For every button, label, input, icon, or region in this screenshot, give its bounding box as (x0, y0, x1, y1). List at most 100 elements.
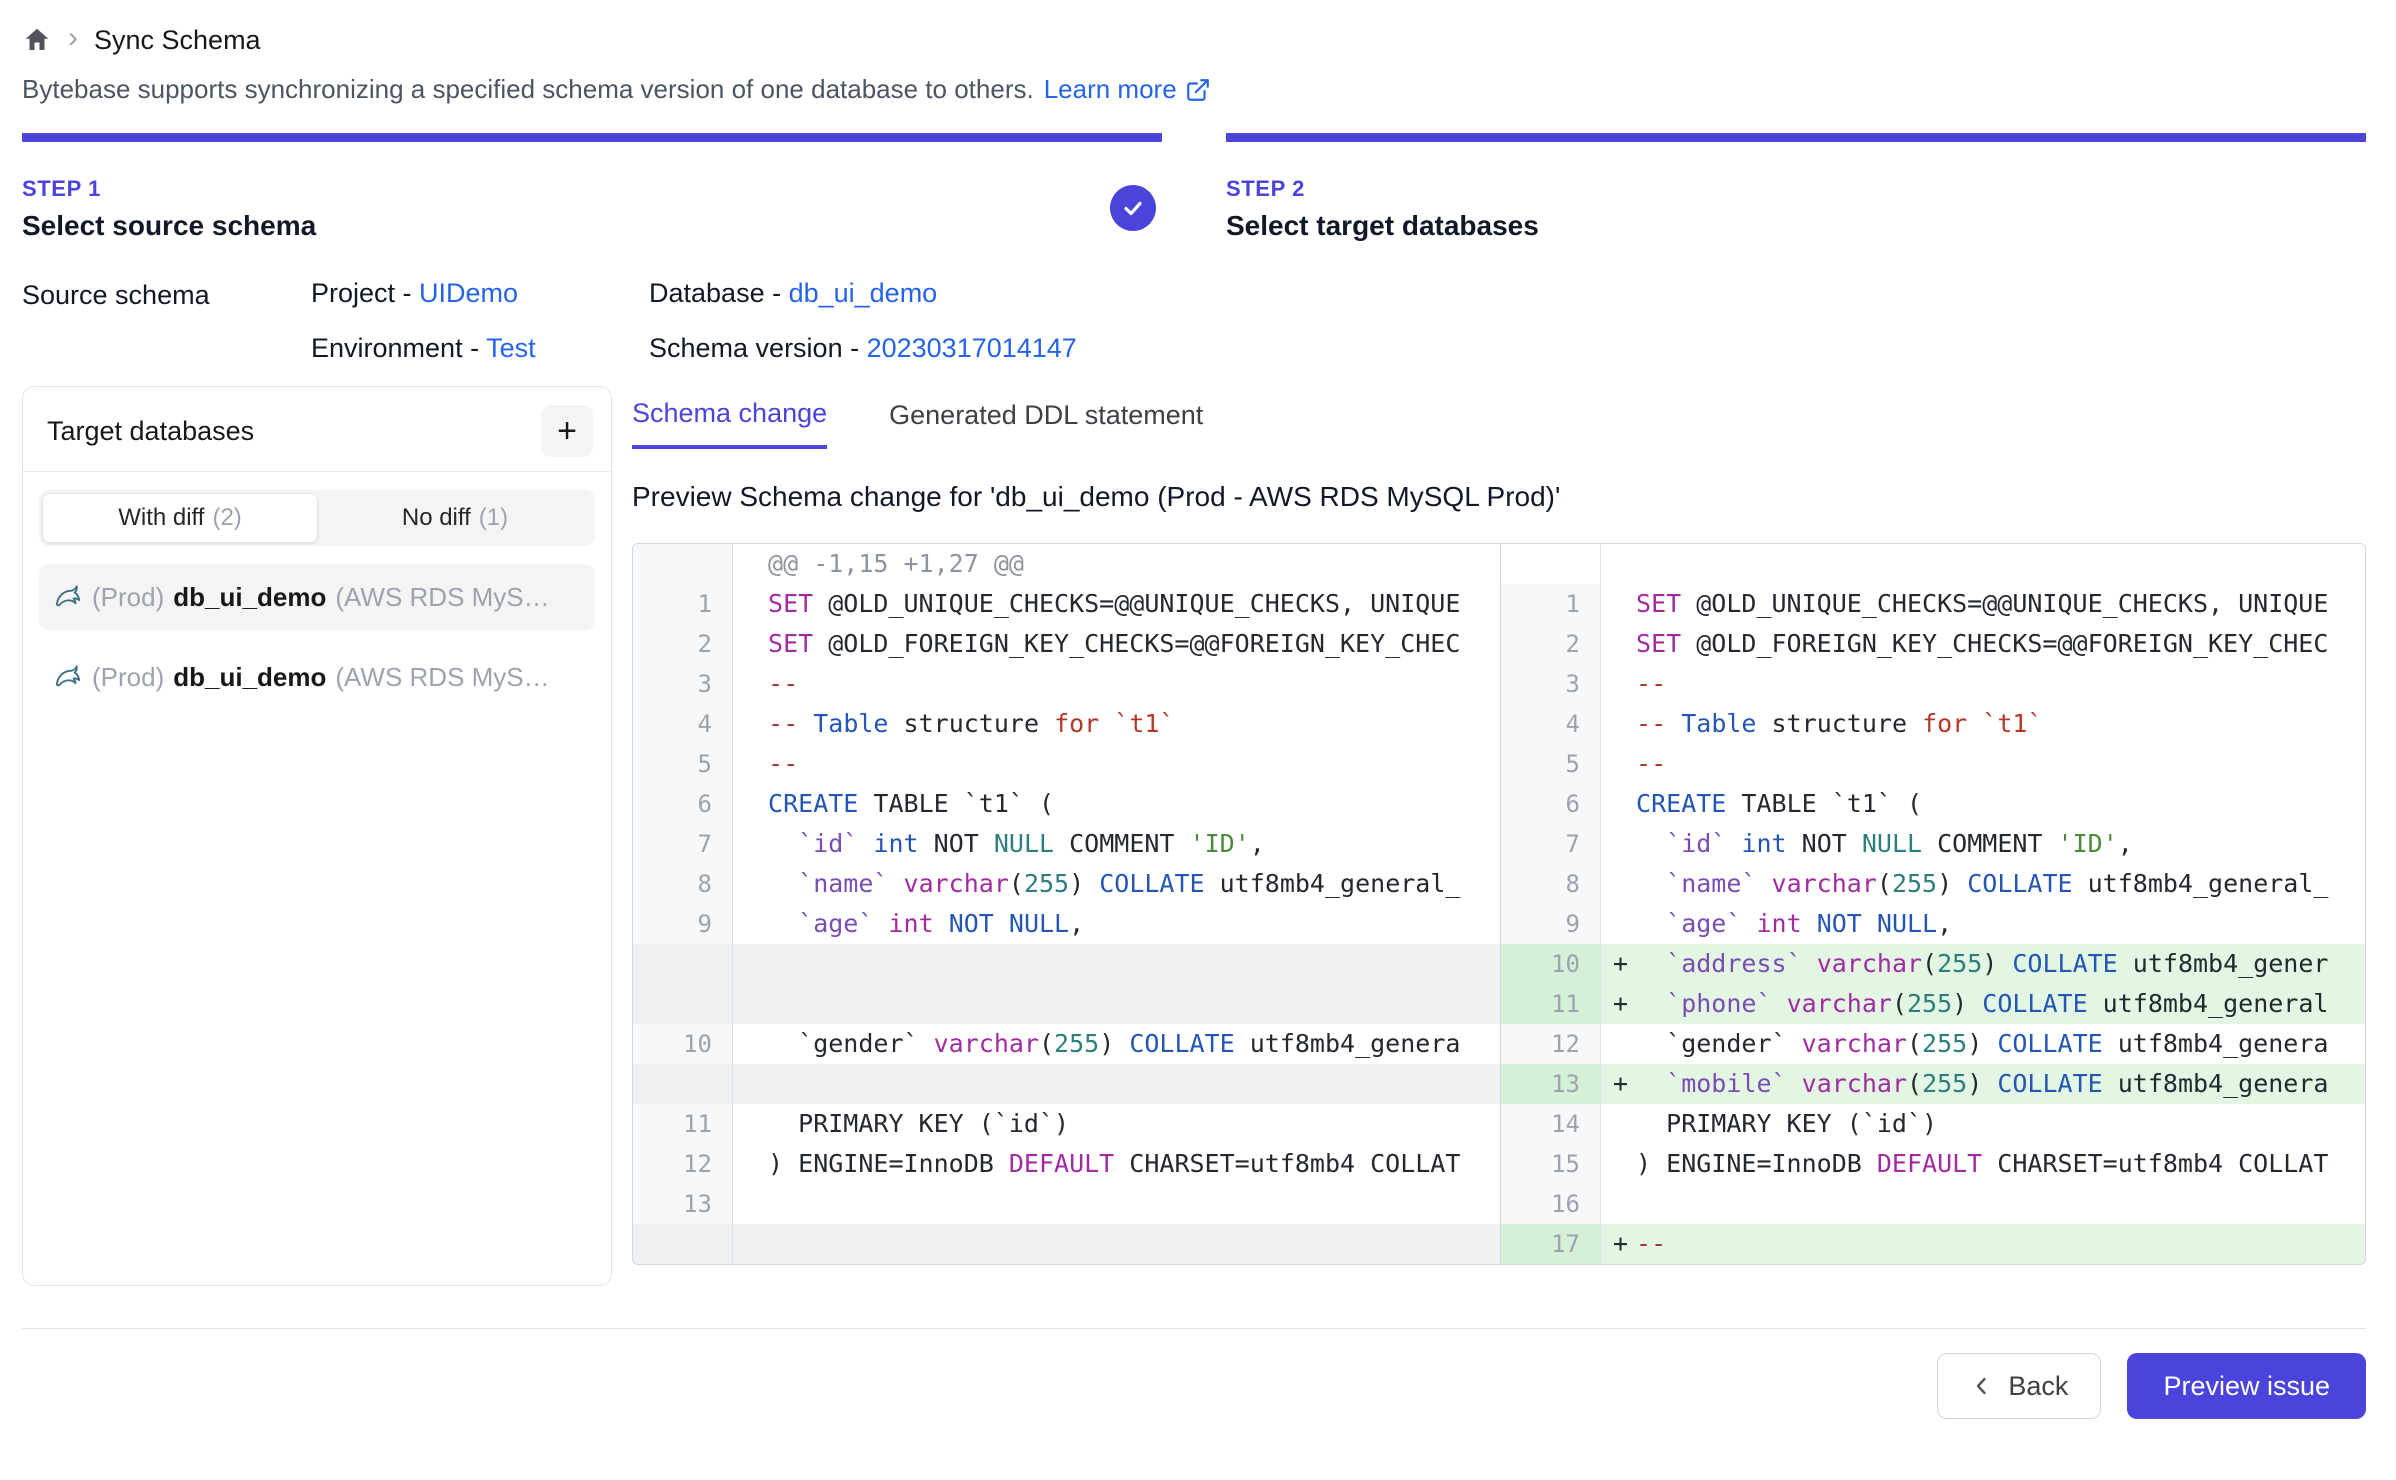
code-token: ( (1039, 1029, 1054, 1058)
db-name: db_ui_demo (173, 582, 326, 613)
diff-code-row: 3-- (1501, 664, 2365, 704)
source-field-environment: Environment - Test (311, 333, 649, 364)
code-token: DEFAULT (1009, 1149, 1114, 1178)
diff-line-number: 6 (633, 784, 733, 824)
code-token: `address` (1666, 949, 1801, 978)
source-schema-label: Source schema (22, 278, 311, 364)
code-token: varchar (1817, 949, 1922, 978)
code-token (1802, 909, 1817, 938)
diff-line-number: 12 (633, 1144, 733, 1184)
source-field-value-link[interactable]: UIDemo (419, 278, 518, 308)
plus-icon: + (557, 412, 577, 450)
diff-code-line (733, 1224, 1500, 1264)
code-token (768, 909, 798, 938)
diff-code-row: 12 `gender` varchar(255) COLLATE utf8mb4… (1501, 1024, 2365, 1064)
diff-code-line: ) ENGINE=InnoDB DEFAULT CHARSET=utf8mb4 … (1601, 1144, 2365, 1184)
diff-code-row: 7 `id` int NOT NULL COMMENT 'ID', (633, 824, 1500, 864)
code-token (1099, 709, 1114, 738)
diff-filter-tabs: With diff (2) No diff (1) (39, 490, 595, 546)
code-token (1741, 909, 1756, 938)
diff-code-row: 9 `age` int NOT NULL, (633, 904, 1500, 944)
diff-code-line (733, 1184, 1500, 1224)
code-token (1756, 869, 1771, 898)
code-token: `gender` (768, 1029, 934, 1058)
diff-code-row: 2SET @OLD_FOREIGN_KEY_CHECKS=@@FOREIGN_K… (1501, 624, 2365, 664)
code-token: -- (768, 669, 798, 698)
source-schema-summary: Source schema Project - UIDemoDatabase -… (22, 278, 2366, 364)
diff-line-number: 7 (633, 824, 733, 864)
code-token: -- (768, 709, 798, 738)
code-token: `gender` (1636, 1029, 1802, 1058)
code-token: -- (1636, 1229, 1666, 1258)
code-token: -- (1636, 669, 1666, 698)
target-database-item[interactable]: (Prod)db_ui_demo(AWS RDS MyS… (39, 564, 595, 630)
target-databases-panel: Target databases + With diff (2) No diff… (22, 386, 612, 1286)
preview-issue-button[interactable]: Preview issue (2127, 1353, 2366, 1419)
code-token (1636, 1069, 1666, 1098)
code-token: COLLATE (1967, 869, 2072, 898)
tab-schema-change[interactable]: Schema change (632, 398, 827, 449)
learn-more-link[interactable]: Learn more (1044, 74, 1211, 105)
source-field-value-link[interactable]: Test (486, 333, 536, 363)
diff-line-number: 5 (633, 744, 733, 784)
diff-line-number (633, 944, 733, 1024)
diff-code-line: @@ -1,15 +1,27 @@ (733, 544, 1500, 584)
tab-with-diff[interactable]: With diff (2) (42, 493, 318, 543)
diff-sign: + (1613, 944, 1628, 984)
code-token: for (1922, 709, 1967, 738)
step-1: STEP 1 Select source schema (22, 133, 1162, 242)
step-2-title: Select target databases (1226, 210, 2366, 242)
diff-code-line: PRIMARY KEY (`id`) (1601, 1104, 2365, 1144)
code-token: NOT NULL (949, 909, 1069, 938)
diff-code-row: 8 `name` varchar(255) COLLATE utf8mb4_ge… (633, 864, 1500, 904)
code-token (1726, 829, 1741, 858)
tab-no-diff[interactable]: No diff (1) (318, 493, 592, 543)
code-token (1772, 989, 1787, 1018)
diff-line-number: 16 (1501, 1184, 1601, 1224)
diff-code-line: `age` int NOT NULL, (1601, 904, 2365, 944)
diff-code-row: 13 (633, 1184, 1500, 1224)
step-2-label: STEP 2 (1226, 176, 2366, 202)
code-token: utf8mb4_general_ (2073, 869, 2329, 898)
code-token: PRIMARY KEY (`id`) (1636, 1109, 1937, 1138)
code-token: 255 (1922, 1069, 1967, 1098)
target-database-item[interactable]: (Prod)db_ui_demo(AWS RDS MyS… (39, 644, 595, 710)
code-token: CHARSET=utf8mb4 COLLAT (1114, 1149, 1460, 1178)
home-icon[interactable] (22, 25, 52, 55)
code-token: , (1250, 829, 1265, 858)
code-token: COLLATE (1997, 1069, 2102, 1098)
step-1-title: Select source schema (22, 210, 1162, 242)
code-token: `age` (798, 909, 873, 938)
code-token: 255 (1937, 949, 1982, 978)
diff-code-row: 3-- (633, 664, 1500, 704)
code-token: ( (1009, 869, 1024, 898)
diff-line-number: 2 (633, 624, 733, 664)
diff-sign: + (1613, 1064, 1628, 1104)
code-token: COMMENT (1054, 829, 1189, 858)
tab-with-diff-label: With diff (118, 504, 204, 532)
code-token: TABLE `t1` ( (858, 789, 1054, 818)
add-target-database-button[interactable]: + (541, 405, 593, 457)
source-field-name: Project - (311, 278, 419, 308)
code-token: ) (1069, 869, 1099, 898)
diff-code-line: `name` varchar(255) COLLATE utf8mb4_gene… (733, 864, 1500, 904)
code-token: utf8mb4_gener (2118, 949, 2329, 978)
page-description: Bytebase supports synchronizing a specif… (22, 74, 2366, 105)
learn-more-label: Learn more (1044, 74, 1177, 105)
code-token: Table (1681, 709, 1756, 738)
back-button[interactable]: Back (1937, 1353, 2101, 1419)
diff-code-line: -- (1601, 744, 2365, 784)
code-token: `t1` (1114, 709, 1174, 738)
diff-code-row: 1SET @OLD_UNIQUE_CHECKS=@@UNIQUE_CHECKS,… (633, 584, 1500, 624)
code-token: utf8mb4_general_ (1205, 869, 1461, 898)
tab-generated-ddl[interactable]: Generated DDL statement (889, 398, 1203, 449)
chevron-right-icon: › (68, 23, 78, 57)
diff-code-line: ) ENGINE=InnoDB DEFAULT CHARSET=utf8mb4 … (733, 1144, 1500, 1184)
db-name: db_ui_demo (173, 662, 326, 693)
source-field-value-link[interactable]: 20230317014147 (867, 333, 1077, 363)
preview-panel: Schema change Generated DDL statement Pr… (632, 386, 2366, 1265)
code-token: int (888, 909, 933, 938)
code-token: SET (1636, 629, 1681, 658)
source-field-value-link[interactable]: db_ui_demo (789, 278, 938, 308)
diff-code-row: 11 PRIMARY KEY (`id`) (633, 1104, 1500, 1144)
